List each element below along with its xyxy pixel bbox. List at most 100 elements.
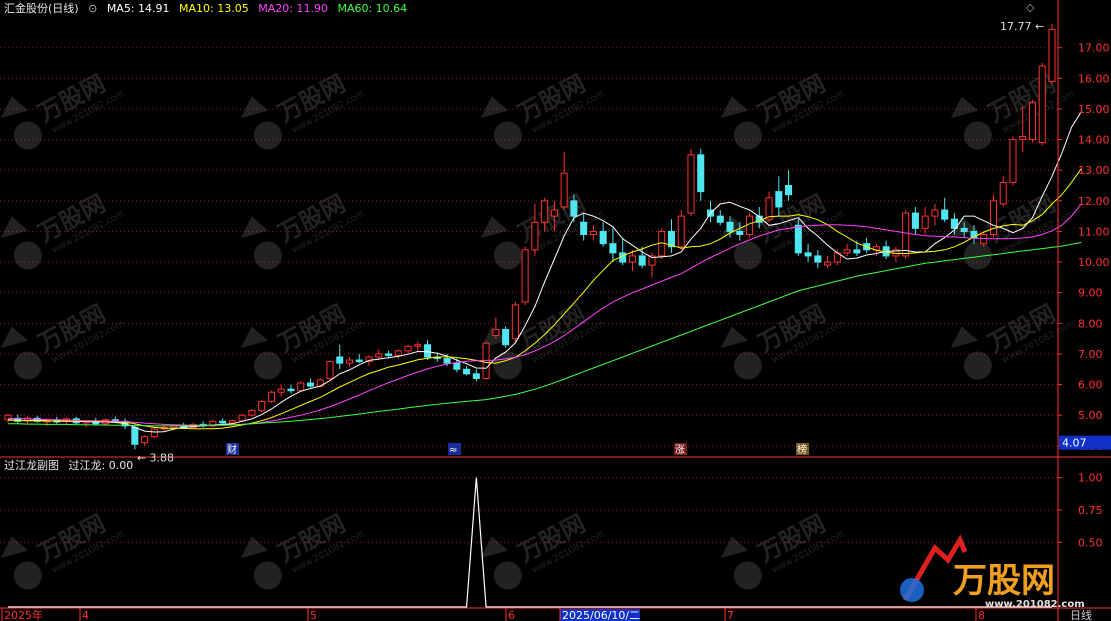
- y-tick-label: 16.00: [1078, 72, 1110, 85]
- candle[interactable]: [1048, 24, 1056, 85]
- candle[interactable]: [560, 151, 568, 210]
- candle-body: [570, 200, 578, 217]
- watermark-figure: [493, 561, 522, 590]
- candle[interactable]: [1038, 63, 1046, 146]
- candle[interactable]: [277, 384, 285, 397]
- candle[interactable]: [511, 301, 519, 342]
- candle[interactable]: [824, 255, 832, 269]
- candle[interactable]: [14, 414, 22, 424]
- event-marker-label[interactable]: ≈: [449, 445, 457, 456]
- candle[interactable]: [472, 369, 480, 382]
- candle-body: [1038, 65, 1046, 144]
- y-tick-label: 8.00: [1078, 317, 1103, 330]
- x-tick-label: 2025/06/10/二: [562, 609, 640, 621]
- candle[interactable]: [941, 197, 949, 223]
- candle[interactable]: [687, 148, 695, 217]
- candle-body: [775, 191, 783, 208]
- candle[interactable]: [414, 341, 422, 351]
- event-marker-label[interactable]: 涨: [675, 444, 685, 456]
- candle-body: [258, 400, 266, 412]
- candle[interactable]: [619, 237, 627, 266]
- candle[interactable]: [355, 353, 363, 364]
- candle[interactable]: [219, 418, 227, 425]
- candle-body: [902, 212, 910, 257]
- candle[interactable]: [141, 435, 149, 446]
- candle[interactable]: [238, 413, 246, 422]
- candle[interactable]: [677, 210, 685, 250]
- candle-body: [541, 200, 549, 223]
- candle[interactable]: [609, 228, 617, 263]
- stock-title[interactable]: 汇金股份(日线): [4, 2, 79, 15]
- candle[interactable]: [989, 194, 997, 238]
- ma60-label: MA60: 10.64: [337, 2, 408, 15]
- candle-body: [4, 414, 12, 421]
- sub-grid: [0, 477, 1058, 543]
- candle[interactable]: [999, 176, 1007, 207]
- candle[interactable]: [1009, 136, 1017, 186]
- watermark-figure: [493, 241, 522, 270]
- candle[interactable]: [521, 246, 529, 305]
- y-tick-label: 1.00: [1078, 472, 1103, 485]
- candle[interactable]: [833, 249, 841, 266]
- x-tick-label: 5: [310, 609, 317, 621]
- candle[interactable]: [667, 219, 676, 253]
- candle[interactable]: [931, 203, 939, 226]
- candle[interactable]: [267, 390, 275, 403]
- candle[interactable]: [345, 357, 354, 367]
- candle[interactable]: [589, 225, 597, 241]
- candle[interactable]: [150, 427, 158, 439]
- candle-body: [306, 382, 314, 387]
- candle[interactable]: [424, 340, 432, 361]
- y-tick-label: 7.00: [1078, 348, 1103, 361]
- candle[interactable]: [902, 210, 910, 259]
- watermark-tile: 万股网www.201082.com: [240, 189, 366, 270]
- ma-toggle-icon[interactable]: ⊙: [88, 2, 97, 15]
- candle[interactable]: [306, 378, 314, 388]
- candle[interactable]: [599, 222, 607, 247]
- event-markers[interactable]: 财 ≈ 涨 榜: [226, 443, 809, 456]
- candle[interactable]: [248, 409, 256, 417]
- candle[interactable]: [716, 210, 724, 226]
- candle[interactable]: [863, 237, 871, 253]
- indicator-name[interactable]: 过江龙副图: [4, 459, 59, 472]
- watermark-figure: [733, 241, 762, 270]
- candle[interactable]: [814, 249, 822, 269]
- candle-body: [404, 345, 412, 352]
- candle-body: [697, 154, 705, 193]
- watermark-tile: 万股网www.201082.com: [0, 189, 126, 270]
- ma20-label: MA20: 11.90: [258, 2, 328, 15]
- candle[interactable]: [326, 360, 334, 380]
- candle[interactable]: [258, 399, 266, 413]
- candle[interactable]: [463, 366, 471, 376]
- candle[interactable]: [502, 326, 510, 348]
- candle[interactable]: [1028, 99, 1037, 143]
- event-marker-label[interactable]: 榜: [797, 443, 807, 456]
- event-marker-label[interactable]: 财: [227, 443, 237, 456]
- candle[interactable]: [843, 243, 851, 256]
- candle-body: [521, 249, 529, 303]
- candle-body: [141, 436, 149, 444]
- watermark-arrow: [0, 96, 29, 119]
- candle[interactable]: [404, 344, 412, 354]
- candle[interactable]: [921, 206, 929, 235]
- candle[interactable]: [785, 170, 793, 201]
- candle[interactable]: [892, 246, 900, 263]
- stock-chart[interactable]: 万股网www.201082.com 万股网www.201082.com 万股网www…: [0, 0, 1111, 621]
- main-chart-header: 汇金股份(日线) ⊙ MA5: 14.91 MA10: 13.05 MA20: …: [4, 2, 413, 15]
- candle[interactable]: [697, 148, 705, 201]
- candle-body: [502, 328, 510, 346]
- candle-body: [424, 344, 432, 358]
- candle[interactable]: [492, 317, 500, 339]
- candle-body: [463, 368, 471, 375]
- candle-body: [765, 197, 773, 220]
- watermark-figure: [963, 351, 992, 380]
- candle-body: [941, 209, 949, 220]
- candle[interactable]: [287, 384, 295, 394]
- candle[interactable]: [209, 419, 217, 428]
- candle[interactable]: [882, 240, 890, 259]
- candle-body: [219, 420, 227, 424]
- candle[interactable]: [911, 206, 919, 235]
- candle[interactable]: [336, 344, 344, 370]
- candle-body: [277, 388, 285, 393]
- candle[interactable]: [804, 243, 812, 263]
